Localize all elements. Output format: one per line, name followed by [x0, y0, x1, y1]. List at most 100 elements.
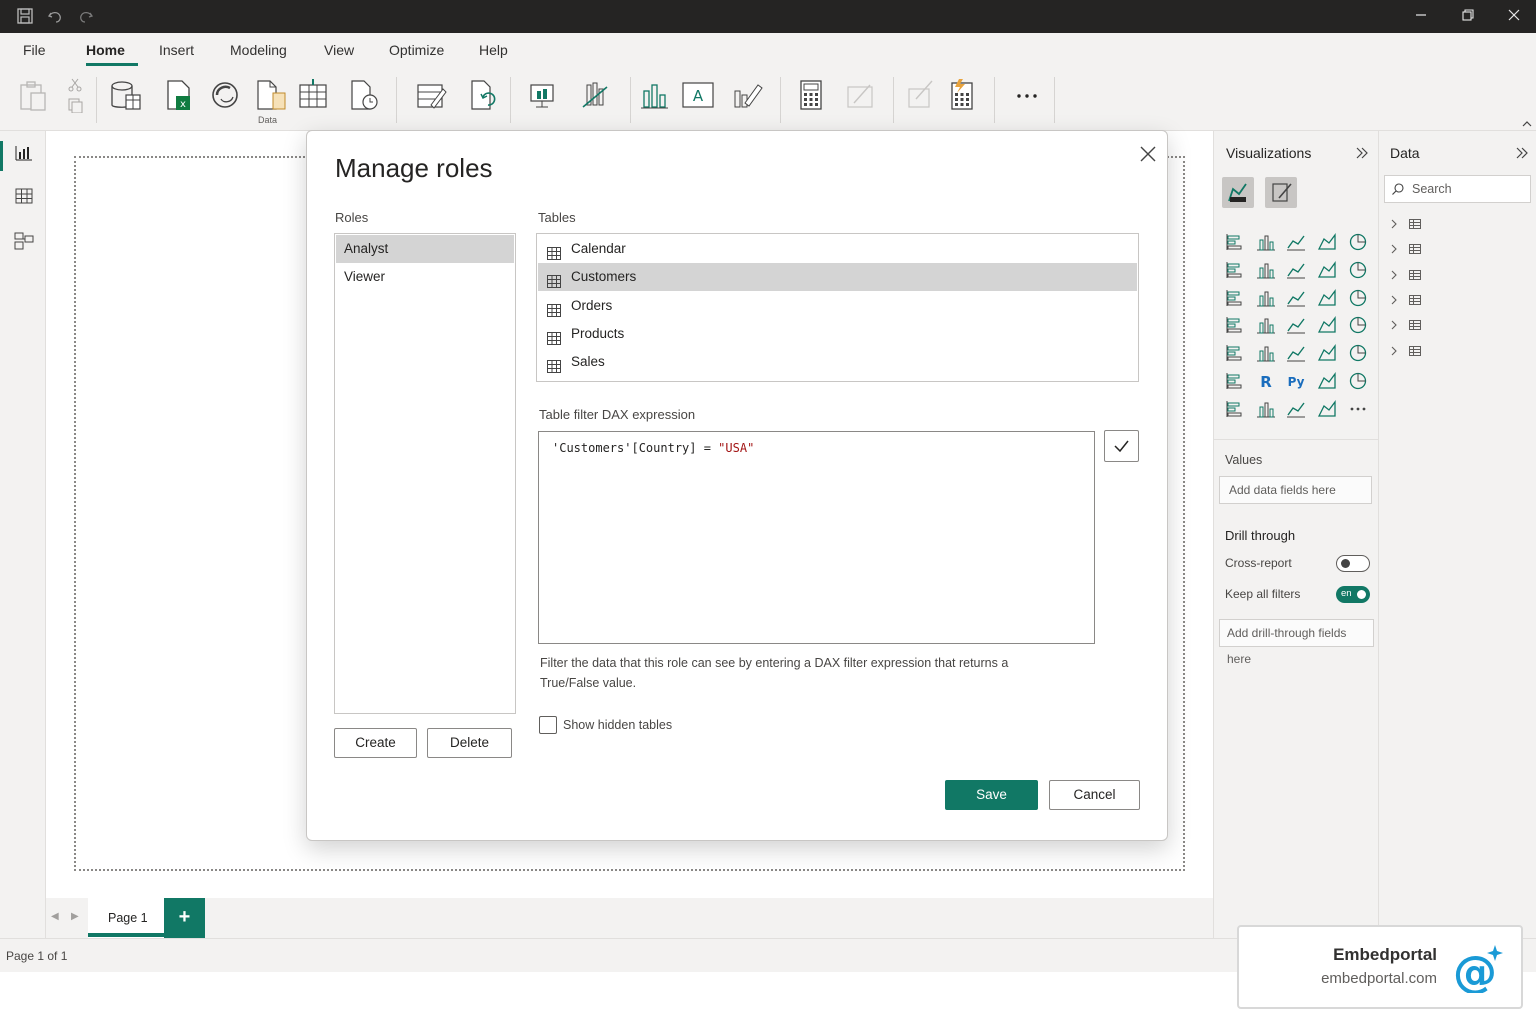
- data-table-icon[interactable]: [1409, 294, 1421, 306]
- recent-sources-icon[interactable]: [347, 77, 381, 113]
- qa-visual-icon[interactable]: [1224, 398, 1246, 420]
- dax-expression-editor[interactable]: 'Customers'[Country] = "USA": [538, 431, 1095, 644]
- undo-icon[interactable]: [45, 7, 65, 27]
- onelake-icon[interactable]: [208, 77, 242, 113]
- table-item-calendar[interactable]: Calendar: [538, 235, 1137, 263]
- funnel-chart-icon[interactable]: [1285, 287, 1307, 309]
- enter-data-icon[interactable]: [297, 77, 331, 113]
- clustered-bar-chart-icon[interactable]: [1285, 231, 1307, 253]
- line-chart-icon[interactable]: [1224, 259, 1246, 281]
- expand-chevron-icon[interactable]: [1389, 243, 1399, 255]
- data-table-icon[interactable]: [1409, 269, 1421, 281]
- line-column-chart-icon[interactable]: [1347, 259, 1369, 281]
- restore-icon[interactable]: [1445, 0, 1491, 33]
- paginated-report-visual-icon[interactable]: [1255, 398, 1277, 420]
- multi-row-card-icon[interactable]: [1285, 342, 1307, 364]
- table-item-products[interactable]: Products: [538, 320, 1137, 348]
- collapse-data-pane-icon[interactable]: [1514, 145, 1530, 161]
- menu-file[interactable]: File: [23, 42, 46, 58]
- paste-icon[interactable]: [16, 77, 50, 113]
- page-tab[interactable]: Page 1: [88, 898, 164, 938]
- minimize-icon[interactable]: [1398, 0, 1444, 33]
- save-button[interactable]: Save: [945, 780, 1038, 810]
- create-role-button[interactable]: Create: [334, 728, 417, 758]
- more-visuals-icon[interactable]: [731, 77, 765, 113]
- excel-icon[interactable]: x: [162, 77, 196, 113]
- refresh-icon[interactable]: [467, 77, 501, 113]
- insert-textbox-icon[interactable]: A: [681, 77, 715, 113]
- data-table-icon[interactable]: [1409, 345, 1421, 357]
- sensitivity-icon[interactable]: [904, 77, 938, 113]
- python-visual-icon[interactable]: Py: [1285, 370, 1307, 392]
- next-page-icon[interactable]: ▶: [71, 911, 79, 922]
- menu-insert[interactable]: Insert: [159, 42, 194, 58]
- close-dialog-icon[interactable]: [1137, 143, 1159, 165]
- stacked-column-chart-icon[interactable]: [1255, 231, 1277, 253]
- power-apps-visual-icon[interactable]: [1285, 398, 1307, 420]
- model-view-icon[interactable]: [12, 229, 36, 253]
- slicer-visual-icon[interactable]: [1347, 342, 1369, 364]
- cut-copy-icon[interactable]: [58, 77, 83, 114]
- expand-chevron-icon[interactable]: [1389, 218, 1399, 230]
- quick-measure-icon[interactable]: [844, 77, 878, 113]
- key-influencers-visual-icon[interactable]: [1316, 370, 1338, 392]
- new-measure-icon[interactable]: [794, 77, 828, 113]
- drill-through-drop-zone[interactable]: Add drill-through fields here: [1219, 619, 1374, 666]
- scatter-chart-icon[interactable]: [1316, 287, 1338, 309]
- stacked-bar-chart-icon[interactable]: [1224, 231, 1246, 253]
- menu-optimize[interactable]: Optimize: [389, 42, 444, 58]
- table-item-customers[interactable]: Customers: [538, 263, 1137, 292]
- expand-chevron-icon[interactable]: [1389, 319, 1399, 331]
- more-visuals-icon[interactable]: [1347, 398, 1369, 420]
- new-visual-icon[interactable]: [527, 77, 561, 113]
- transform-data-icon[interactable]: [415, 77, 449, 113]
- table-item-orders[interactable]: Orders: [538, 292, 1137, 320]
- add-page-button[interactable]: +: [164, 898, 205, 938]
- expand-chevron-icon[interactable]: [1389, 294, 1399, 306]
- get-data-icon[interactable]: [108, 77, 142, 113]
- cancel-button[interactable]: Cancel: [1049, 780, 1140, 810]
- role-item-viewer[interactable]: Viewer: [336, 263, 514, 291]
- menu-modeling[interactable]: Modeling: [230, 42, 287, 58]
- data-table-icon[interactable]: [1409, 218, 1421, 230]
- save-icon[interactable]: [15, 7, 35, 27]
- text-box-icon[interactable]: [579, 77, 613, 113]
- data-search-box[interactable]: Search: [1384, 175, 1531, 203]
- power-automate-visual-icon[interactable]: [1316, 398, 1338, 420]
- close-window-icon[interactable]: [1491, 0, 1536, 33]
- clustered-column-chart-icon[interactable]: [1316, 231, 1338, 253]
- more-options-icon[interactable]: [1010, 77, 1044, 113]
- shape-map-chart-icon[interactable]: [1316, 314, 1338, 336]
- table-view-icon[interactable]: [12, 184, 36, 208]
- delete-role-button[interactable]: Delete: [427, 728, 512, 758]
- role-item-analyst[interactable]: Analyst: [336, 235, 514, 263]
- table-item-sales[interactable]: Sales: [538, 348, 1137, 376]
- keep-filters-toggle[interactable]: en: [1336, 586, 1370, 603]
- pie-chart-icon[interactable]: [1347, 287, 1369, 309]
- map-chart-icon[interactable]: [1255, 314, 1277, 336]
- azure-map-chart-icon[interactable]: [1347, 314, 1369, 336]
- area-chart-icon[interactable]: [1255, 259, 1277, 281]
- menu-home[interactable]: Home: [86, 42, 125, 58]
- ribbon-chart-icon[interactable]: [1255, 287, 1277, 309]
- r-script-visual-icon[interactable]: R: [1255, 370, 1277, 392]
- cross-report-toggle[interactable]: [1336, 555, 1370, 572]
- filled-map-chart-icon[interactable]: [1285, 314, 1307, 336]
- redo-icon[interactable]: [76, 7, 96, 27]
- collapse-visualizations-icon[interactable]: [1354, 145, 1370, 161]
- decomposition-tree-visual-icon[interactable]: [1347, 370, 1369, 392]
- 100-stacked-bar-chart-icon[interactable]: [1347, 231, 1369, 253]
- expand-chevron-icon[interactable]: [1389, 345, 1399, 357]
- data-table-icon[interactable]: [1409, 243, 1421, 255]
- collapse-ribbon-icon[interactable]: [1520, 117, 1534, 127]
- prev-page-icon[interactable]: ◀: [51, 911, 59, 922]
- report-view-icon[interactable]: [12, 141, 36, 165]
- build-visual-icon[interactable]: [1222, 177, 1254, 208]
- expand-chevron-icon[interactable]: [1389, 269, 1399, 281]
- card-visual-icon[interactable]: [1255, 342, 1277, 364]
- show-hidden-checkbox[interactable]: [539, 716, 557, 734]
- line-clustered-column-chart-icon[interactable]: [1224, 287, 1246, 309]
- values-drop-zone[interactable]: Add data fields here: [1219, 476, 1372, 504]
- publish-icon[interactable]: [945, 77, 979, 113]
- apply-dax-button[interactable]: [1104, 430, 1139, 462]
